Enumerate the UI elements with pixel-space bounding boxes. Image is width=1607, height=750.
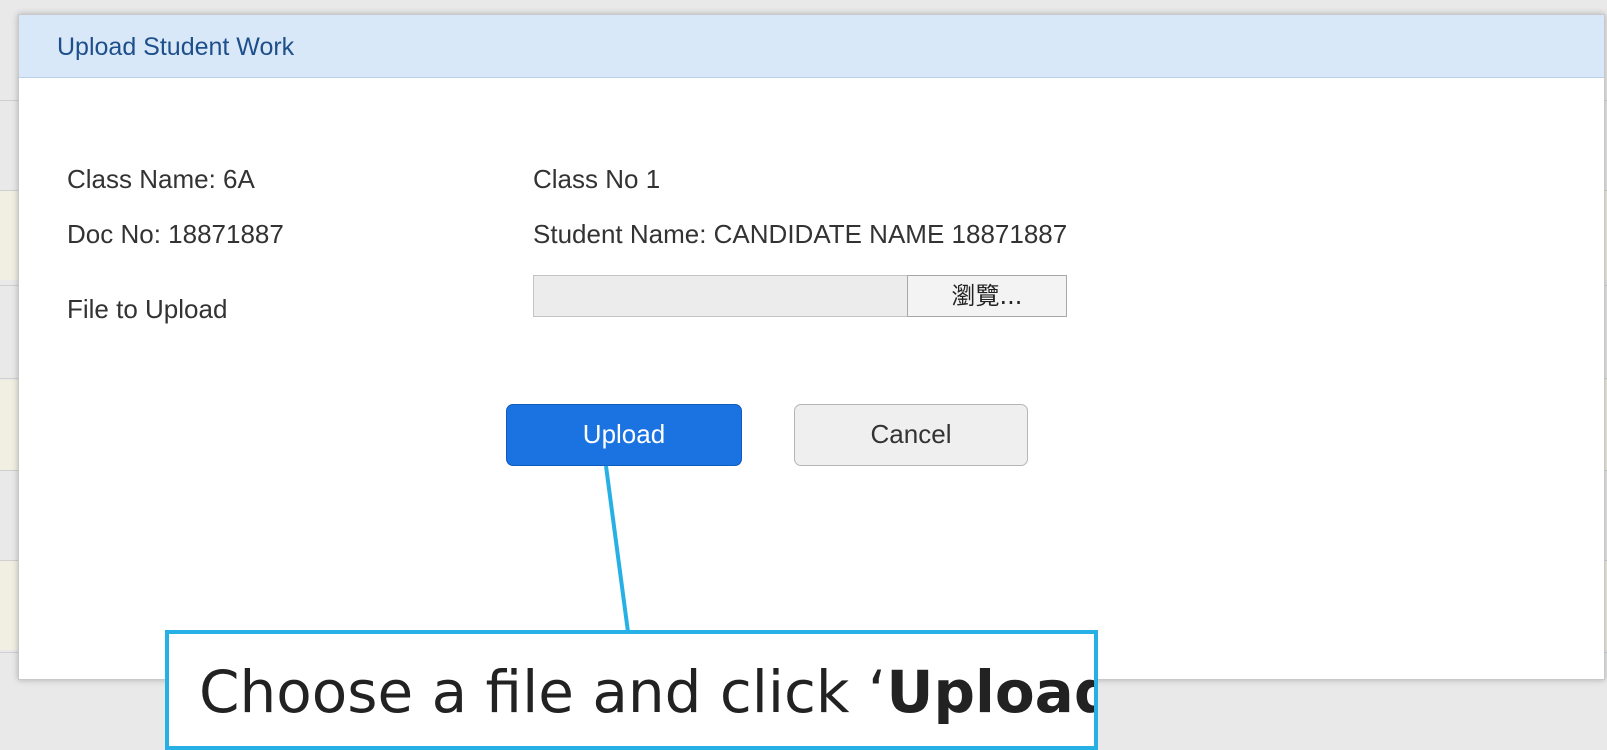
browse-button[interactable]: 瀏覽... — [907, 275, 1067, 317]
file-input[interactable]: 瀏覽... — [533, 275, 1067, 317]
upload-button[interactable]: Upload — [506, 404, 742, 466]
dialog-title: Upload Student Work — [57, 33, 295, 61]
dialog-header: Upload Student Work — [19, 15, 1604, 78]
doc-no-label: Doc No: 18871887 — [67, 219, 284, 249]
file-to-upload-label: File to Upload — [67, 294, 228, 324]
class-name-label: Class Name: 6A — [67, 164, 255, 194]
cancel-button[interactable]: Cancel — [794, 404, 1028, 466]
instruction-callout: Choose a file and click ‘Upload’ — [165, 630, 1098, 750]
class-no-label: Class No 1 — [533, 164, 661, 194]
instruction-text: Choose a file and click ‘Upload’ — [199, 658, 1098, 726]
upload-dialog: Upload Student Work — [18, 14, 1605, 680]
instruction-text-bold: Upload — [886, 658, 1098, 726]
student-name-label: Student Name: CANDIDATE NAME 18871887 — [533, 219, 1068, 249]
instruction-text-prefix: Choose a file and click ‘ — [199, 658, 887, 726]
